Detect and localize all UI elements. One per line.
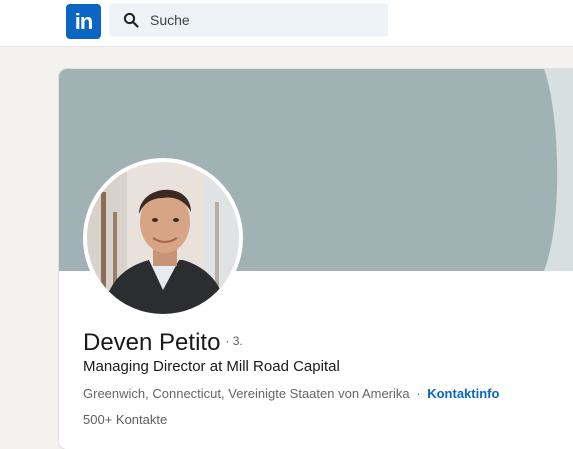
profile-headline: Managing Director at Mill Road Capital (83, 358, 340, 375)
contact-info-link[interactable]: Kontaktinfo (427, 386, 499, 401)
location-row: Greenwich, Connecticut, Vereinigte Staat… (83, 386, 499, 401)
profile-location: Greenwich, Connecticut, Vereinigte Staat… (83, 386, 410, 401)
profile-name: Deven Petito (83, 329, 221, 356)
linkedin-logo[interactable]: in (66, 4, 101, 39)
logo-text: in (74, 8, 94, 34)
search-icon (123, 12, 139, 28)
top-navigation-bar: in (0, 0, 573, 47)
search-input[interactable] (148, 11, 372, 29)
profile-photo-image (87, 162, 239, 314)
profile-photo[interactable] (83, 158, 243, 318)
search-box[interactable] (109, 3, 388, 37)
profile-name-row: Deven Petito · 3. (83, 328, 243, 358)
separator-dot: · (416, 386, 421, 401)
connections-count: 500+ Kontakte (83, 412, 168, 427)
connection-degree: · 3. (225, 334, 243, 348)
